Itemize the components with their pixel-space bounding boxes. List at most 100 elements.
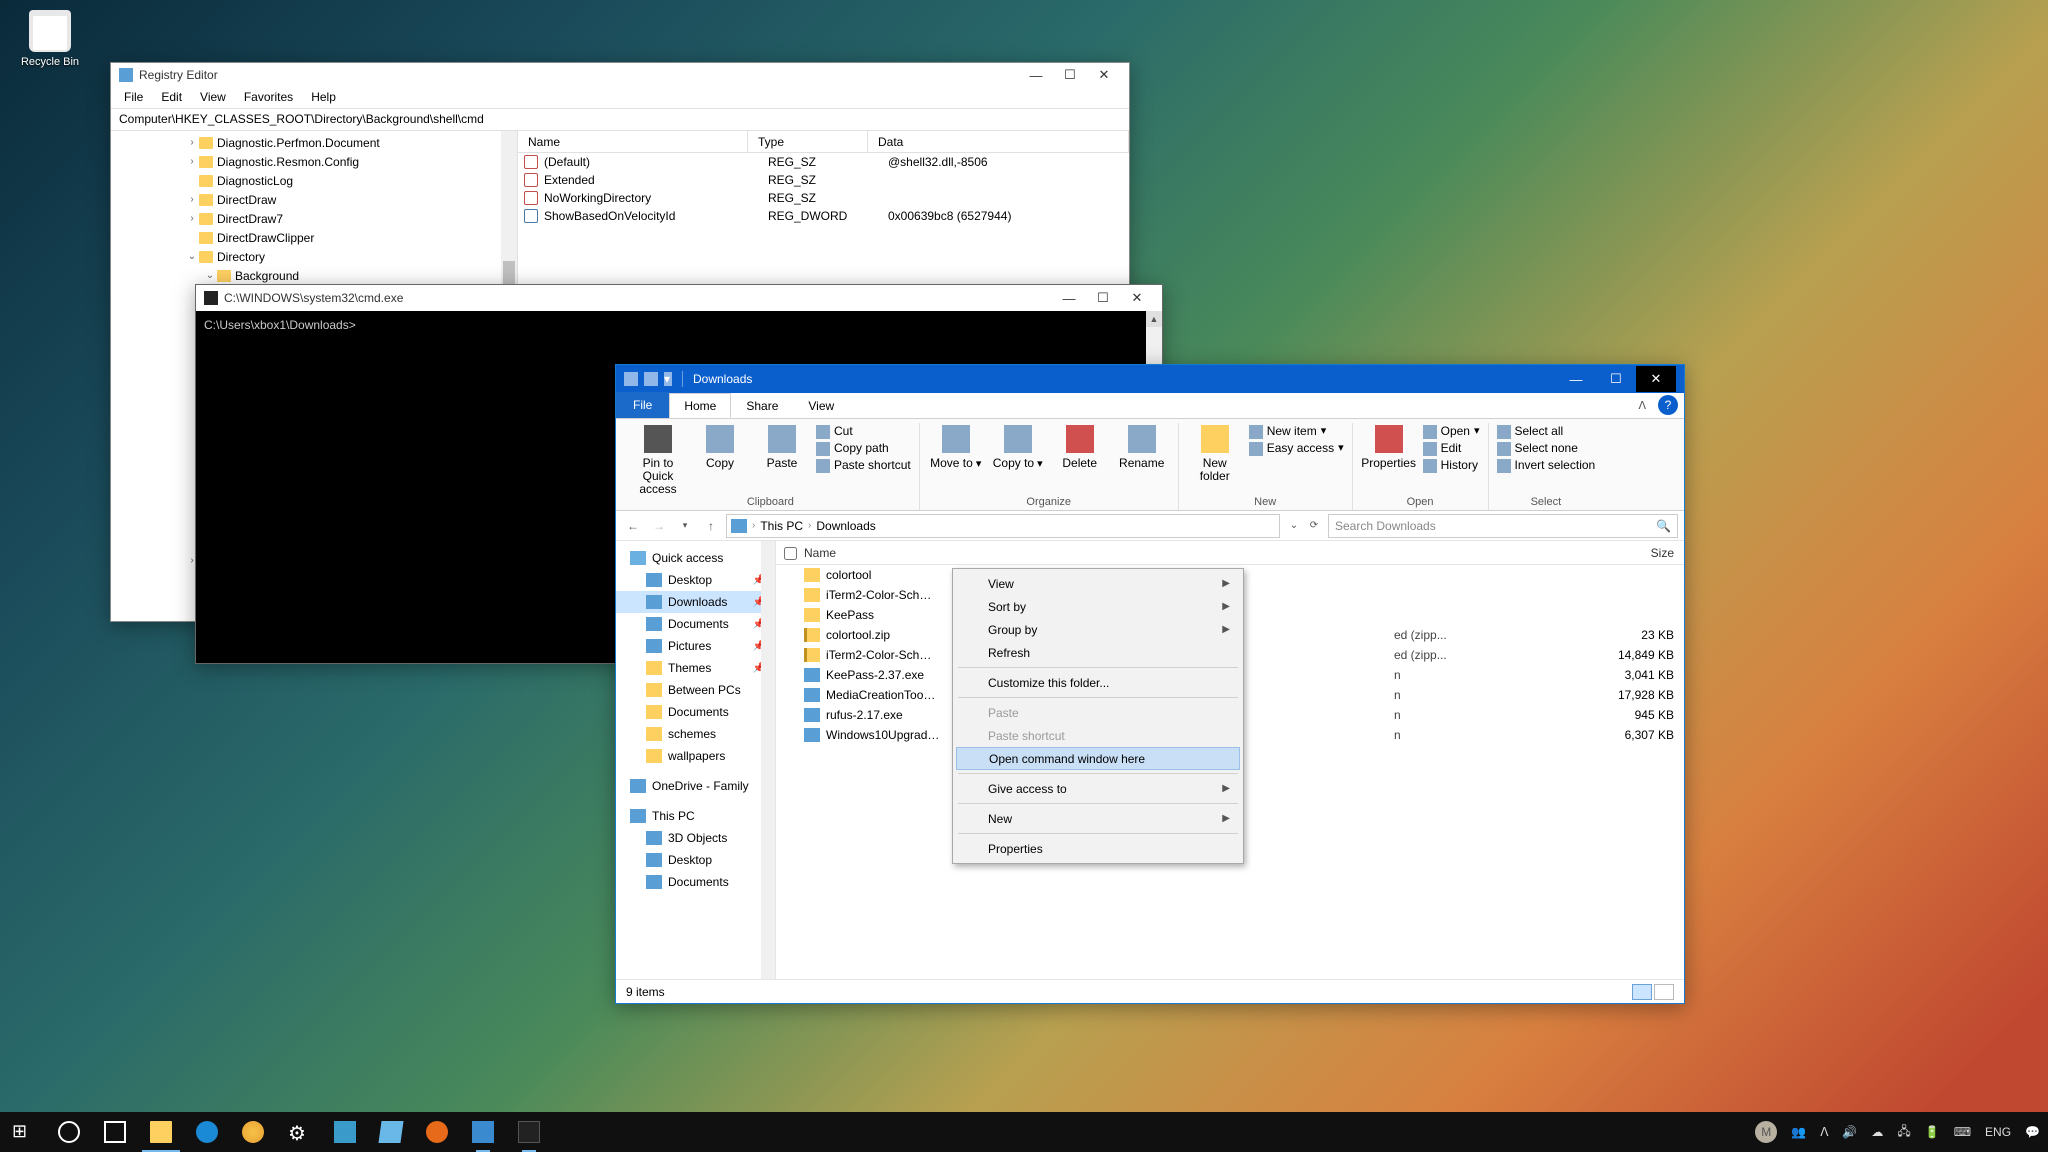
nav-onedrive[interactable]: OneDrive - Family: [616, 775, 775, 797]
nav-3d-objects[interactable]: 3D Objects: [616, 827, 775, 849]
tray-chevron-icon[interactable]: ᐱ: [1820, 1125, 1828, 1139]
keyboard-icon[interactable]: ⌨: [1954, 1125, 1971, 1139]
tree-item[interactable]: ›Diagnostic.Resmon.Config: [111, 152, 517, 171]
ctx-customize[interactable]: Customize this folder...: [956, 671, 1240, 694]
close-button[interactable]: ✕: [1636, 366, 1676, 392]
ctx-group-by[interactable]: Group by▶: [956, 618, 1240, 641]
tree-item[interactable]: DirectDrawClipper: [111, 228, 517, 247]
taskbar-sticky-notes[interactable]: [368, 1112, 414, 1152]
new-item-button[interactable]: New item ▾: [1249, 423, 1344, 440]
crumb-downloads[interactable]: Downloads: [816, 519, 875, 533]
cmd-titlebar[interactable]: C:\WINDOWS\system32\cmd.exe — ☐ ✕: [196, 285, 1162, 311]
nav-documents3[interactable]: Documents: [616, 871, 775, 893]
tree-item[interactable]: ⌄Background: [111, 266, 517, 285]
nav-wallpapers[interactable]: wallpapers: [616, 745, 775, 767]
breadcrumb[interactable]: › This PC › Downloads: [726, 514, 1280, 538]
tree-item[interactable]: ⌄Directory: [111, 247, 517, 266]
tree-item[interactable]: ›DirectDraw: [111, 190, 517, 209]
history-button[interactable]: History: [1423, 457, 1480, 474]
select-all-button[interactable]: Select all: [1497, 423, 1596, 440]
qat-icon[interactable]: [644, 372, 658, 386]
copy-path-button[interactable]: Copy path: [816, 440, 911, 457]
minimize-button[interactable]: —: [1556, 366, 1596, 392]
registry-value-row[interactable]: NoWorkingDirectoryREG_SZ: [518, 189, 1129, 207]
paste-button[interactable]: Paste: [754, 423, 810, 470]
ctx-properties[interactable]: Properties: [956, 837, 1240, 860]
people-icon[interactable]: 👥: [1791, 1125, 1806, 1139]
nav-schemes[interactable]: schemes: [616, 723, 775, 745]
nav-between-pcs[interactable]: Between PCs: [616, 679, 775, 701]
search-input[interactable]: Search Downloads 🔍: [1328, 514, 1678, 538]
tab-home[interactable]: Home: [669, 393, 731, 418]
nav-documents[interactable]: Documents📌: [616, 613, 775, 635]
menu-favorites[interactable]: Favorites: [235, 87, 302, 108]
registry-value-row[interactable]: ShowBasedOnVelocityIdREG_DWORD0x00639bc8…: [518, 207, 1129, 225]
start-button[interactable]: ⊞: [0, 1112, 46, 1152]
ctx-view[interactable]: View▶: [956, 572, 1240, 595]
maximize-button[interactable]: ☐: [1596, 366, 1636, 392]
paste-shortcut-button[interactable]: Paste shortcut: [816, 457, 911, 474]
task-view-button[interactable]: [92, 1112, 138, 1152]
edit-button[interactable]: Edit: [1423, 440, 1480, 457]
minimize-button[interactable]: —: [1052, 287, 1086, 309]
col-data[interactable]: Data: [868, 131, 1129, 152]
ribbon-collapse-icon[interactable]: ᐱ: [1638, 399, 1646, 412]
qat-icon[interactable]: [624, 372, 638, 386]
crumb-thispc[interactable]: This PC: [760, 519, 803, 533]
ctx-sort-by[interactable]: Sort by▶: [956, 595, 1240, 618]
close-button[interactable]: ✕: [1087, 64, 1121, 86]
ctx-give-access-to[interactable]: Give access to▶: [956, 777, 1240, 800]
maximize-button[interactable]: ☐: [1053, 64, 1087, 86]
explorer-titlebar[interactable]: ▾ Downloads — ☐ ✕: [616, 365, 1684, 393]
select-all-checkbox[interactable]: [784, 547, 797, 560]
pin-quick-access-button[interactable]: Pin to Quick access: [630, 423, 686, 496]
network-icon[interactable]: 🖧: [1897, 1122, 1910, 1143]
tab-share[interactable]: Share: [731, 393, 793, 418]
taskbar-settings[interactable]: ⚙: [276, 1112, 322, 1152]
nav-forward-button[interactable]: →: [648, 515, 670, 537]
ctx-refresh[interactable]: Refresh: [956, 641, 1240, 664]
registry-value-row[interactable]: ExtendedREG_SZ: [518, 171, 1129, 189]
taskbar-paint[interactable]: [230, 1112, 276, 1152]
taskbar-photos[interactable]: [322, 1112, 368, 1152]
nav-documents2[interactable]: Documents: [616, 701, 775, 723]
copy-to-button[interactable]: Copy to ▾: [990, 423, 1046, 470]
view-icons-button[interactable]: [1654, 984, 1674, 1000]
taskbar-firefox[interactable]: [414, 1112, 460, 1152]
menu-help[interactable]: Help: [302, 87, 345, 108]
cortana-button[interactable]: [46, 1112, 92, 1152]
user-avatar[interactable]: M: [1755, 1121, 1777, 1143]
regedit-address-bar[interactable]: Computer\HKEY_CLASSES_ROOT\Directory\Bac…: [111, 109, 1129, 131]
new-folder-button[interactable]: New folder: [1187, 423, 1243, 483]
nav-themes[interactable]: Themes📌: [616, 657, 775, 679]
taskbar-cmd[interactable]: [506, 1112, 552, 1152]
nav-back-button[interactable]: ←: [622, 515, 644, 537]
tab-file[interactable]: File: [616, 392, 669, 418]
close-button[interactable]: ✕: [1120, 287, 1154, 309]
nav-desktop[interactable]: Desktop📌: [616, 569, 775, 591]
onedrive-tray-icon[interactable]: ☁: [1871, 1125, 1883, 1139]
properties-button[interactable]: Properties: [1361, 423, 1417, 470]
nav-quick-access[interactable]: Quick access: [616, 547, 775, 569]
ctx-new[interactable]: New▶: [956, 807, 1240, 830]
col-name[interactable]: Name: [518, 131, 748, 152]
menu-edit[interactable]: Edit: [152, 87, 191, 108]
tree-item[interactable]: ›Diagnostic.Perfmon.Document: [111, 133, 517, 152]
minimize-button[interactable]: —: [1019, 64, 1053, 86]
nav-downloads[interactable]: Downloads📌: [616, 591, 775, 613]
nav-thispc[interactable]: This PC: [616, 805, 775, 827]
col-type[interactable]: Type: [748, 131, 868, 152]
taskbar-app[interactable]: [460, 1112, 506, 1152]
menu-file[interactable]: File: [115, 87, 152, 108]
copy-button[interactable]: Copy: [692, 423, 748, 470]
cut-button[interactable]: Cut: [816, 423, 911, 440]
open-button[interactable]: Open ▾: [1423, 423, 1480, 440]
refresh-icon[interactable]: ⟳: [1304, 520, 1324, 531]
nav-recent-button[interactable]: ▾: [674, 515, 696, 537]
delete-button[interactable]: Delete: [1052, 423, 1108, 470]
nav-up-button[interactable]: ↑: [700, 515, 722, 537]
volume-icon[interactable]: 🔊: [1842, 1125, 1857, 1139]
language-indicator[interactable]: ENG: [1985, 1125, 2011, 1139]
tab-view[interactable]: View: [793, 393, 849, 418]
navpane-scrollbar[interactable]: [761, 541, 775, 979]
